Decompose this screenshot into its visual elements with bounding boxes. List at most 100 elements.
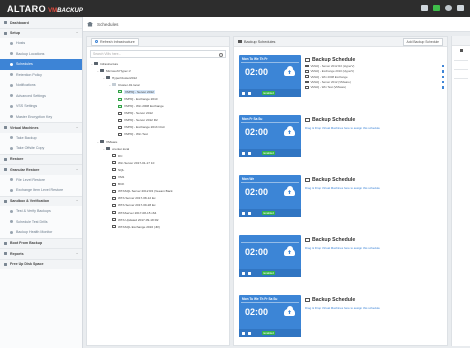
schedule-info: Backup Schedule VMHQ - Server 2012 R2 (Hy… bbox=[305, 55, 444, 89]
sidebar-item-take-offsite-copy[interactable]: Take Offsite Copy bbox=[0, 143, 82, 154]
home-icon[interactable] bbox=[87, 21, 93, 27]
delete-icon[interactable] bbox=[248, 331, 251, 335]
sidebar-item-schedules[interactable]: Schedules bbox=[0, 59, 82, 70]
remove-vm-icon[interactable] bbox=[441, 64, 444, 68]
assigned-vm[interactable]: VMHQ - Exchange 2010 (HyperV) bbox=[305, 69, 444, 73]
tree-node[interactable]: − vcenter.local bbox=[87, 145, 229, 152]
edit-icon[interactable] bbox=[242, 91, 245, 95]
sidebar-item-take-backup[interactable]: Take Backup bbox=[0, 133, 82, 144]
backup-schedule-card: Mon Fr Sa Su 02:00 Enabled Backup Schedule D… bbox=[239, 115, 444, 157]
sidebar-item-vss-settings[interactable]: VSS Settings bbox=[0, 101, 82, 112]
sidebar-item-schedule-test-drills[interactable]: Schedule Test Drills bbox=[0, 217, 82, 228]
schedule-tile[interactable]: Mon We 02:00 Enabled bbox=[239, 175, 301, 217]
tree-node-label: VMHQ - Exchange 2013 Clstr bbox=[124, 125, 165, 130]
schedule-tile[interactable]: 02:00 Enabled bbox=[239, 235, 301, 277]
remove-vm-icon[interactable] bbox=[441, 86, 444, 89]
vm-search-input[interactable]: Search VMs here... bbox=[90, 50, 226, 58]
tree-node[interactable]: WTASQL Exchange 2016 (JR) bbox=[87, 223, 229, 230]
sidebar-item-restore[interactable]: Restore bbox=[0, 153, 82, 164]
assigned-vm[interactable]: VMHQ - Win 2008 Exchange bbox=[305, 75, 444, 79]
tree-node[interactable]: VMHQ - Win 2008 Exchange bbox=[87, 103, 229, 110]
tree-node[interactable]: − Infrastructure bbox=[87, 60, 229, 67]
schedule-tile[interactable]: Mon Tu We Th Fr 02:00 Enabled bbox=[239, 55, 301, 97]
sidebar-item-virtual-machines[interactable]: Virtual Machines − bbox=[0, 122, 82, 133]
refresh-infrastructure-button[interactable]: Refresh Infrastructure bbox=[91, 37, 139, 46]
sidebar-item-setup[interactable]: Setup − bbox=[0, 27, 82, 38]
enabled-badge[interactable]: Enabled bbox=[262, 150, 276, 156]
tree-node[interactable]: − Cluster-01.local bbox=[87, 81, 229, 88]
sidebar-item-backup-health-monitor[interactable]: Backup Health Monitor bbox=[0, 227, 82, 238]
collapse-icon[interactable]: − bbox=[76, 31, 78, 35]
collapse-icon[interactable]: − bbox=[76, 126, 78, 130]
assigned-vm[interactable]: VMHQ - Server 2012 (VMware) bbox=[305, 80, 444, 84]
schedule-days: Mon Fr Sa Su bbox=[242, 117, 263, 121]
enabled-badge[interactable]: Enabled bbox=[262, 330, 276, 336]
tree-node[interactable]: VMHQ - Server 2012 bbox=[87, 110, 229, 117]
sidebar-item-sandbox-verification[interactable]: Sandbox & Verification − bbox=[0, 195, 82, 206]
tree-node[interactable]: − VMware bbox=[87, 138, 229, 145]
user-icon[interactable] bbox=[445, 5, 452, 11]
sidebar-item-notifications[interactable]: Notifications bbox=[0, 80, 82, 91]
collapse-icon[interactable]: − bbox=[76, 252, 78, 256]
sidebar-item-backup-locations[interactable]: Backup Locations bbox=[0, 49, 82, 60]
collapse-icon[interactable]: − bbox=[76, 199, 78, 203]
assigned-vm[interactable]: VMHQ - Win Test (VMware) bbox=[305, 85, 444, 89]
sidebar-item-hosts[interactable]: Hosts bbox=[0, 38, 82, 49]
edit-icon[interactable] bbox=[242, 151, 245, 155]
sidebar-item-test-verify-backups[interactable]: Test & Verify Backups bbox=[0, 206, 82, 217]
tree-node[interactable]: VMHQ - Exchange 2010 bbox=[87, 95, 229, 102]
sidebar-item-exchange-item-level-restore[interactable]: Exchange Item Level Restore bbox=[0, 185, 82, 196]
enabled-badge[interactable]: Enabled bbox=[262, 90, 276, 96]
sidebar-item-granular-restore[interactable]: Granular Restore − bbox=[0, 164, 82, 175]
delete-icon[interactable] bbox=[248, 211, 251, 215]
tree-node[interactable]: VMHQ - Exchange 2013 Clstr bbox=[87, 124, 229, 131]
add-backup-schedule-button[interactable]: Add Backup Schedule bbox=[402, 37, 443, 46]
sidebar-item-master-encryption-key[interactable]: Master Encryption Key bbox=[0, 112, 82, 123]
tree-node[interactable]: WTA Updated 2017-09-18 R2 bbox=[87, 216, 229, 223]
remove-vm-icon[interactable] bbox=[441, 75, 444, 78]
tree-node[interactable]: SQL bbox=[87, 166, 229, 173]
schedule-tile[interactable]: Mon Fr Sa Su 02:00 Enabled bbox=[239, 115, 301, 157]
notifications-icon[interactable] bbox=[433, 5, 440, 11]
edit-icon[interactable] bbox=[242, 211, 245, 215]
tree-node[interactable]: WTA Server 2017-09-28 Ex bbox=[87, 202, 229, 209]
sidebar-item-retention-policy[interactable]: Retention Policy bbox=[0, 70, 82, 81]
delete-icon[interactable] bbox=[248, 151, 251, 155]
tree-node[interactable]: − HyperCluster2012 bbox=[87, 74, 229, 81]
remove-vm-icon[interactable] bbox=[441, 80, 444, 84]
remove-vm-icon[interactable] bbox=[441, 70, 444, 73]
delete-icon[interactable] bbox=[248, 91, 251, 95]
cloud-upload-icon bbox=[284, 306, 295, 316]
sidebar-item-label: Master Encryption Key bbox=[16, 114, 53, 119]
tree-node[interactable]: BCK bbox=[87, 181, 229, 188]
sidebar-item-reports[interactable]: Reports − bbox=[0, 248, 82, 259]
sidebar-item-advanced-settings[interactable]: Advanced Settings bbox=[0, 91, 82, 102]
tree-node[interactable]: VMHQ - Win Test bbox=[87, 131, 229, 138]
search-icon[interactable] bbox=[219, 52, 223, 57]
tree-node[interactable]: WTAServer 2017-08-15 x64 bbox=[87, 209, 229, 216]
schedule-tile[interactable]: Mon Tu We Th Fr Sa Su 02:00 Enabled bbox=[239, 295, 301, 337]
tree-node[interactable]: DC bbox=[87, 152, 229, 159]
tree-node[interactable]: − Microsoft Hyper-V bbox=[87, 67, 229, 74]
enabled-badge[interactable]: Enabled bbox=[262, 270, 276, 276]
tree-node[interactable]: WTASQL Server 2012 R2 (Veeam Back bbox=[87, 188, 229, 195]
edit-icon[interactable] bbox=[242, 271, 245, 275]
tree-node[interactable]: Win Server 2017-01-17 10 bbox=[87, 159, 229, 166]
chat-icon[interactable] bbox=[421, 5, 428, 11]
tree-node[interactable]: VMHQ - Server 2012 R2 bbox=[87, 117, 229, 124]
sidebar-item-label: Test & Verify Backups bbox=[16, 209, 51, 214]
edit-icon[interactable] bbox=[242, 331, 245, 335]
collapse-icon[interactable]: − bbox=[76, 168, 78, 172]
sidebar-item-file-level-restore[interactable]: File Level Restore bbox=[0, 175, 82, 186]
tree-node[interactable]: WTA Server 2017-08-12 Ex bbox=[87, 195, 229, 202]
schedule-info: Backup Schedule Drag & Drop Virtual Machi… bbox=[305, 115, 444, 130]
enabled-badge[interactable]: Enabled bbox=[262, 210, 276, 216]
sidebar-item-dashboard[interactable]: Dashboard bbox=[0, 17, 82, 28]
delete-icon[interactable] bbox=[248, 271, 251, 275]
sidebar-item-boot-from-backup[interactable]: Boot From Backup bbox=[0, 237, 82, 248]
sidebar-item-free-up-disk-space[interactable]: Free Up Disk Space bbox=[0, 258, 82, 269]
assigned-vm[interactable]: VMHQ - Server 2012 R2 (HyperV) bbox=[305, 64, 444, 68]
tree-node[interactable]: VM1 bbox=[87, 174, 229, 181]
tree-node[interactable]: VMHQ - Server 2012 bbox=[87, 88, 229, 95]
menu-icon[interactable] bbox=[457, 5, 464, 11]
